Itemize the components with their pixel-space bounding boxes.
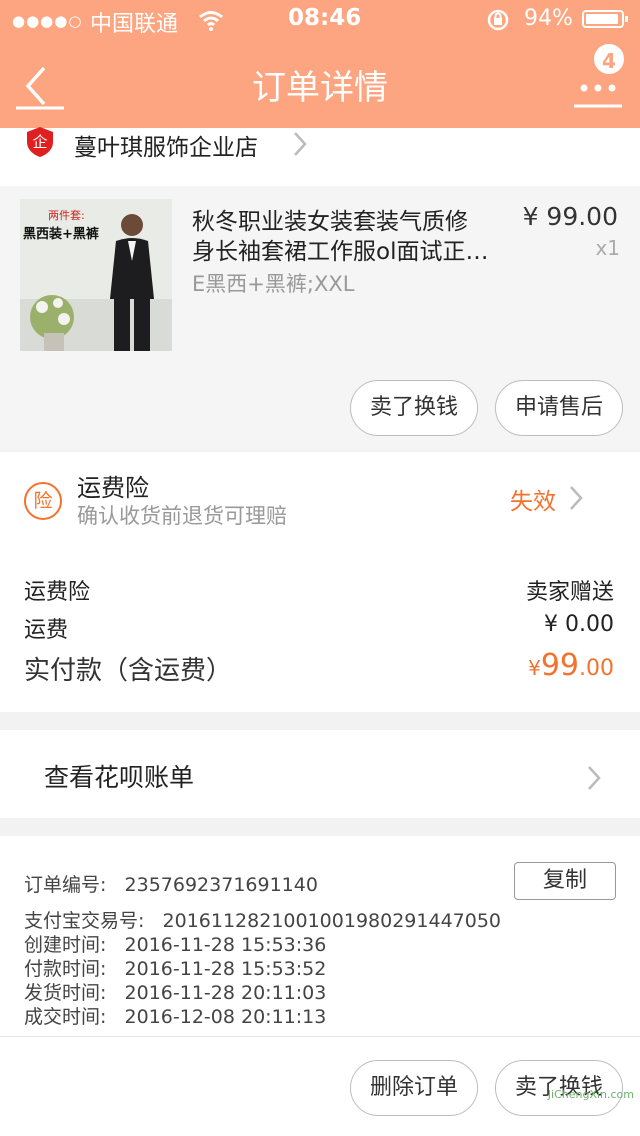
created-time-label: 创建时间: — [24, 934, 107, 956]
insurance-title[interactable]: 运费险 — [77, 468, 149, 503]
paid-integer: 99 — [540, 648, 579, 683]
summary-label-shipping: 运费 — [24, 618, 69, 643]
alipay-trade-label: 支付宝交易号: — [24, 910, 145, 932]
completed-time-row: 成交时间: 2016-12-08 20:11:13 — [24, 1002, 326, 1029]
chevron-right-icon — [588, 766, 601, 790]
product-sku: E黑西+黑裤;XXL — [192, 272, 355, 296]
order-info-section: 订单编号: 2357692371691140 复制 支付宝交易号: 201611… — [0, 836, 640, 1136]
page-title: 订单详情 — [252, 68, 388, 108]
alipay-trade-row: 支付宝交易号: 2016112821001001980291447050 — [24, 906, 501, 933]
battery-percent: 94% — [524, 6, 573, 31]
battery-icon — [582, 10, 628, 28]
huabei-bill-row[interactable]: 查看花呗账单 — [0, 730, 640, 818]
created-time-row: 创建时间: 2016-11-28 15:53:36 — [24, 930, 326, 957]
paid-amount-value: ¥99.00 — [528, 648, 614, 683]
insurance-icon: 险 — [24, 482, 62, 520]
delete-order-button[interactable]: 删除订单 — [350, 1060, 478, 1116]
status-bar: ●●●●○ 中国联通 08:46 94% — [0, 0, 640, 40]
back-arrow-icon[interactable] — [16, 60, 66, 110]
chevron-right-icon — [294, 132, 307, 156]
product-photo — [20, 199, 172, 351]
order-number-label: 订单编号: — [24, 874, 107, 896]
summary-label-insurance: 运费险 — [24, 580, 91, 605]
summary-value-shipping: ¥ 0.00 — [544, 612, 614, 637]
paid-time-row: 付款时间: 2016-11-28 15:53:52 — [24, 954, 326, 981]
apply-aftersale-button[interactable]: 申请售后 — [495, 380, 623, 436]
completed-time-label: 成交时间: — [24, 1006, 107, 1028]
shipped-time-label: 发货时间: — [24, 982, 107, 1004]
shipped-time-value: 2016-11-28 20:11:03 — [124, 982, 327, 1004]
product-card[interactable]: 两件套: 黑西装+黑裤 秋冬职业装女装套装气质修 身长袖套裙工作服ol面试正… … — [0, 186, 640, 450]
shop-row[interactable]: 企 蔓叶琪服饰企业店 — [0, 127, 640, 186]
image-caption-top: 两件套: — [48, 209, 85, 222]
enterprise-shop-icon: 企 — [27, 127, 53, 157]
order-number-row: 订单编号: 2357692371691140 — [24, 870, 318, 897]
product-title-line2: 身长袖套裙工作服ol面试正… — [192, 239, 489, 265]
signal-strength: ●●●●○ — [12, 12, 83, 30]
completed-time-value: 2016-12-08 20:11:13 — [124, 1006, 327, 1028]
rotation-lock-icon — [487, 9, 509, 31]
message-count-badge[interactable]: 4 — [592, 42, 626, 76]
product-image[interactable]: 两件套: 黑西装+黑裤 — [20, 199, 172, 351]
paid-decimal: .00 — [579, 656, 614, 681]
status-time: 08:46 — [288, 5, 362, 31]
paid-amount-label: 实付款（含运费） — [24, 656, 233, 686]
order-number-value: 2357692371691140 — [124, 874, 318, 896]
paid-time-label: 付款时间: — [24, 958, 107, 980]
divider — [0, 1036, 640, 1037]
shop-name[interactable]: 蔓叶琪服饰企业店 — [74, 128, 258, 162]
chevron-right-icon[interactable] — [568, 484, 584, 512]
product-price: ¥ 99.00 — [522, 202, 618, 231]
insurance-subtitle: 确认收货前退货可理赔 — [77, 504, 287, 528]
image-caption-main: 黑西装+黑裤 — [23, 227, 99, 242]
nav-bar: 订单详情 4 — [0, 40, 640, 128]
huabei-bill-label[interactable]: 查看花呗账单 — [44, 758, 194, 794]
sell-for-cash-button[interactable]: 卖了换钱 — [350, 380, 478, 436]
carrier-name: 中国联通 — [90, 12, 179, 37]
paid-currency: ¥ — [528, 656, 541, 680]
more-dots-icon[interactable] — [574, 76, 622, 110]
alipay-trade-value: 2016112821001001980291447050 — [162, 910, 502, 932]
shipped-time-row: 发货时间: 2016-11-28 20:11:03 — [24, 978, 326, 1005]
product-quantity: x1 — [595, 236, 620, 260]
summary-value-insurance: 卖家赠送 — [525, 580, 614, 605]
paid-time-value: 2016-11-28 15:53:52 — [124, 958, 327, 980]
shop-logo-text: 企 — [32, 133, 47, 151]
insurance-summary-section: 险 运费险 确认收货前退货可理赔 失效 运费险 卖家赠送 运费 ¥ 0.00 实… — [0, 452, 640, 712]
copy-button[interactable]: 复制 — [514, 862, 616, 900]
product-title-line1: 秋冬职业装女装套装气质修 — [192, 209, 468, 235]
created-time-value: 2016-11-28 15:53:36 — [124, 934, 327, 956]
wifi-icon — [199, 11, 223, 31]
insurance-status[interactable]: 失效 — [510, 482, 556, 516]
watermark: JiChengXin.com — [547, 1088, 634, 1101]
